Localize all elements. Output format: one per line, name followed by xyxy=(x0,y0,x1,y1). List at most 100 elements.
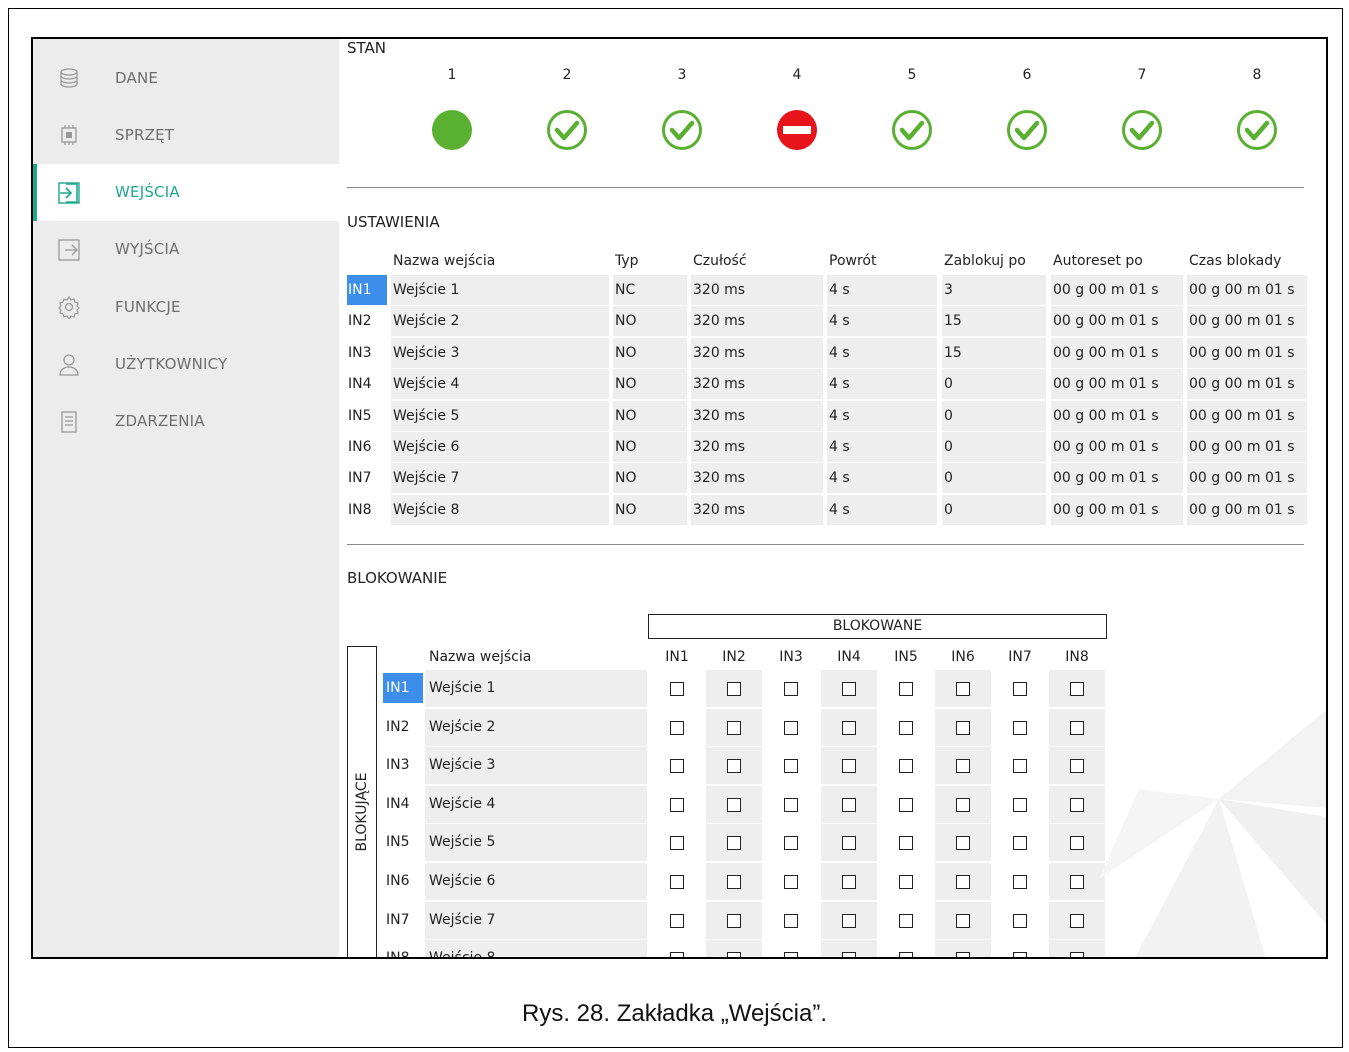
table-cell-czulosc[interactable]: 320 ms xyxy=(693,463,745,493)
block-checkbox[interactable] xyxy=(1013,720,1027,735)
table-cell-powrot[interactable]: 4 s xyxy=(829,275,850,305)
table-cell-zablokuj[interactable]: 0 xyxy=(944,432,953,462)
table-cell-zablokuj[interactable]: 3 xyxy=(944,275,953,305)
row-id[interactable]: IN1 xyxy=(347,275,387,305)
block-checkbox[interactable] xyxy=(1070,875,1084,889)
row-id[interactable]: IN3 xyxy=(383,750,423,780)
row-name[interactable]: Wejście 7 xyxy=(429,905,495,935)
table-cell-powrot[interactable]: 4 s xyxy=(829,463,850,493)
block-checkbox[interactable] xyxy=(956,836,970,851)
block-checkbox[interactable] xyxy=(956,875,970,889)
row-id[interactable]: IN2 xyxy=(347,306,387,336)
row-name[interactable]: Wejście 4 xyxy=(429,789,495,819)
table-cell-name[interactable]: Wejście 1 xyxy=(393,275,459,305)
block-checkbox[interactable] xyxy=(784,759,798,774)
block-checkbox[interactable] xyxy=(727,913,741,928)
table-cell-typ[interactable]: NO xyxy=(615,432,637,462)
table-cell-powrot[interactable]: 4 s xyxy=(829,369,850,399)
block-checkbox[interactable] xyxy=(956,720,970,735)
table-cell-powrot[interactable]: 4 s xyxy=(829,432,850,462)
table-cell-czulosc[interactable]: 320 ms xyxy=(693,401,745,431)
sidebar-item-zdarzenia[interactable]: ZDARZENIA xyxy=(33,393,339,450)
table-cell-czas[interactable]: 00 g 00 m 01 s xyxy=(1189,495,1295,525)
block-checkbox[interactable] xyxy=(784,952,798,957)
sidebar-item-dane[interactable]: DANE xyxy=(33,49,339,106)
block-checkbox[interactable] xyxy=(784,720,798,735)
table-cell-autoreset[interactable]: 00 g 00 m 01 s xyxy=(1053,432,1159,462)
block-checkbox[interactable] xyxy=(899,682,913,696)
table-cell-autoreset[interactable]: 00 g 00 m 01 s xyxy=(1053,463,1159,493)
table-cell-typ[interactable]: NO xyxy=(615,463,637,493)
table-cell-czas[interactable]: 00 g 00 m 01 s xyxy=(1189,432,1295,462)
block-checkbox[interactable] xyxy=(899,875,913,889)
table-cell-name[interactable]: Wejście 8 xyxy=(393,495,459,525)
sidebar-item-u-ytkownicy[interactable]: UŻYTKOWNICY xyxy=(33,336,339,393)
block-checkbox[interactable] xyxy=(842,759,856,774)
block-checkbox[interactable] xyxy=(1013,759,1027,774)
row-id[interactable]: IN2 xyxy=(383,712,423,742)
row-id[interactable]: IN4 xyxy=(347,369,387,399)
block-checkbox[interactable] xyxy=(1070,759,1084,774)
block-checkbox[interactable] xyxy=(1013,797,1027,812)
block-checkbox[interactable] xyxy=(899,797,913,812)
block-checkbox[interactable] xyxy=(670,797,684,812)
table-cell-name[interactable]: Wejście 6 xyxy=(393,432,459,462)
row-name[interactable]: Wejście 1 xyxy=(429,673,495,703)
row-id[interactable]: IN6 xyxy=(383,866,423,896)
table-cell-czulosc[interactable]: 320 ms xyxy=(693,275,745,305)
block-checkbox[interactable] xyxy=(1070,836,1084,851)
table-cell-zablokuj[interactable]: 0 xyxy=(944,401,953,431)
block-checkbox[interactable] xyxy=(670,720,684,735)
table-cell-typ[interactable]: NO xyxy=(615,369,637,399)
block-checkbox[interactable] xyxy=(956,913,970,928)
table-cell-zablokuj[interactable]: 0 xyxy=(944,369,953,399)
block-checkbox[interactable] xyxy=(956,797,970,812)
table-cell-typ[interactable]: NO xyxy=(615,495,637,525)
row-name[interactable]: Wejście 6 xyxy=(429,866,495,896)
table-cell-czulosc[interactable]: 320 ms xyxy=(693,432,745,462)
block-checkbox[interactable] xyxy=(842,875,856,889)
block-checkbox[interactable] xyxy=(784,682,798,696)
block-checkbox[interactable] xyxy=(842,797,856,812)
block-checkbox[interactable] xyxy=(1070,682,1084,696)
table-cell-zablokuj[interactable]: 0 xyxy=(944,495,953,525)
table-cell-powrot[interactable]: 4 s xyxy=(829,306,850,336)
block-checkbox[interactable] xyxy=(842,720,856,735)
table-cell-powrot[interactable]: 4 s xyxy=(829,338,850,368)
table-cell-czas[interactable]: 00 g 00 m 01 s xyxy=(1189,275,1295,305)
block-checkbox[interactable] xyxy=(899,759,913,774)
block-checkbox[interactable] xyxy=(1013,836,1027,851)
table-cell-czas[interactable]: 00 g 00 m 01 s xyxy=(1189,306,1295,336)
table-cell-name[interactable]: Wejście 2 xyxy=(393,306,459,336)
block-checkbox[interactable] xyxy=(670,836,684,851)
row-id[interactable]: IN6 xyxy=(347,432,387,462)
table-cell-name[interactable]: Wejście 7 xyxy=(393,463,459,493)
block-checkbox[interactable] xyxy=(1013,682,1027,696)
row-id[interactable]: IN8 xyxy=(347,495,387,525)
row-name[interactable]: Wejście 2 xyxy=(429,712,495,742)
sidebar-item-wyj-cia[interactable]: WYJŚCIA xyxy=(33,221,339,278)
table-cell-typ[interactable]: NO xyxy=(615,401,637,431)
sidebar-item-sprz-t[interactable]: SPRZĘT xyxy=(33,106,339,163)
block-checkbox[interactable] xyxy=(784,836,798,851)
block-checkbox[interactable] xyxy=(670,875,684,889)
block-checkbox[interactable] xyxy=(670,913,684,928)
row-name[interactable]: Wejście 5 xyxy=(429,827,495,857)
table-cell-typ[interactable]: NO xyxy=(615,306,637,336)
table-cell-powrot[interactable]: 4 s xyxy=(829,401,850,431)
block-checkbox[interactable] xyxy=(842,913,856,928)
block-checkbox[interactable] xyxy=(1013,913,1027,928)
block-checkbox[interactable] xyxy=(784,797,798,812)
table-cell-name[interactable]: Wejście 3 xyxy=(393,338,459,368)
block-checkbox[interactable] xyxy=(899,913,913,928)
row-id[interactable]: IN7 xyxy=(347,463,387,493)
table-cell-czas[interactable]: 00 g 00 m 01 s xyxy=(1189,338,1295,368)
table-cell-zablokuj[interactable]: 0 xyxy=(944,463,953,493)
block-checkbox[interactable] xyxy=(1013,875,1027,889)
block-checkbox[interactable] xyxy=(784,913,798,928)
row-id[interactable]: IN3 xyxy=(347,338,387,368)
table-cell-zablokuj[interactable]: 15 xyxy=(944,306,962,336)
block-checkbox[interactable] xyxy=(956,682,970,696)
block-checkbox[interactable] xyxy=(727,759,741,774)
table-cell-autoreset[interactable]: 00 g 00 m 01 s xyxy=(1053,369,1159,399)
